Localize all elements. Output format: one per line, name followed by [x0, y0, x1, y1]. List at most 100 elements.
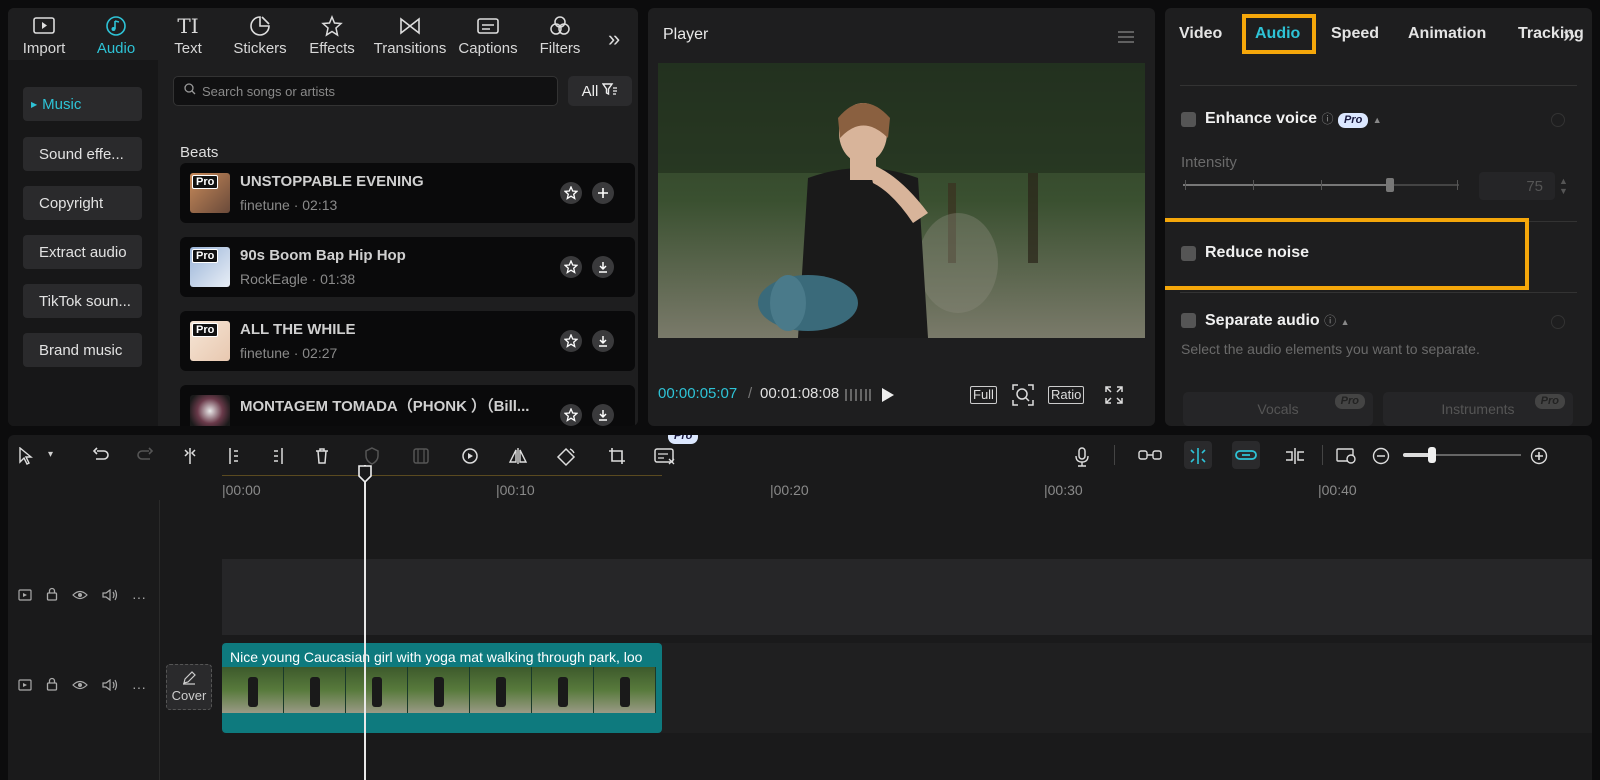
preview-axis-icon[interactable]: [1336, 447, 1358, 470]
search-input[interactable]: [202, 83, 532, 99]
track-controls: ···: [18, 587, 146, 606]
mirror-icon[interactable]: [508, 447, 528, 470]
zoom-out-icon[interactable]: [1372, 447, 1390, 470]
auto-captions-icon[interactable]: [654, 447, 676, 470]
sidebar-item-extract-audio[interactable]: Extract audio: [23, 235, 142, 269]
link-clips-icon[interactable]: [1138, 447, 1162, 468]
fullscreen-icon[interactable]: [1104, 385, 1124, 408]
favorite-star-icon[interactable]: [560, 256, 582, 278]
playhead-line[interactable]: [364, 465, 366, 780]
intensity-slider-knob[interactable]: [1386, 178, 1394, 192]
separate-audio-checkbox[interactable]: [1181, 313, 1196, 328]
zoom-slider-knob[interactable]: [1428, 447, 1436, 463]
crop-icon[interactable]: [608, 447, 626, 470]
player-title: Player: [663, 26, 709, 43]
rotate-icon[interactable]: [556, 447, 576, 472]
lock-icon[interactable]: [46, 587, 58, 606]
favorite-star-icon[interactable]: [560, 330, 582, 352]
vocals-button[interactable]: Vocals Pro: [1183, 392, 1373, 426]
ratio-button[interactable]: Ratio: [1048, 386, 1085, 404]
intensity-value-field[interactable]: 75: [1479, 172, 1555, 200]
list-item[interactable]: Pro 90s Boom Bap Hip Hop RockEagle · 01:…: [180, 237, 635, 297]
eye-icon[interactable]: [72, 588, 88, 606]
category-import[interactable]: Import: [8, 8, 80, 60]
chevron-down-icon[interactable]: ▾: [48, 449, 53, 460]
favorite-star-icon[interactable]: [560, 182, 582, 204]
eye-icon[interactable]: [72, 678, 88, 696]
help-icon[interactable]: ⓘ: [1322, 112, 1334, 126]
category-transitions[interactable]: Transitions: [368, 8, 452, 60]
split-left-icon[interactable]: [226, 447, 242, 470]
select-cursor-icon[interactable]: [18, 446, 34, 470]
speed-icon[interactable]: [460, 447, 480, 470]
zoom-in-icon[interactable]: [1530, 447, 1548, 470]
captions-icon: [476, 14, 500, 38]
list-item[interactable]: Pro ALL THE WHILE finetune · 02:27: [180, 311, 635, 371]
chain-link-icon: [1235, 447, 1257, 468]
delete-icon[interactable]: [314, 447, 330, 470]
reset-icon[interactable]: [1551, 315, 1565, 329]
more-categories-icon[interactable]: »: [608, 26, 620, 52]
zoom-fit-icon[interactable]: [1012, 384, 1034, 409]
tab-video[interactable]: Video: [1179, 25, 1222, 43]
edit-pencil-icon: [182, 671, 196, 688]
hamburger-menu-icon[interactable]: [1117, 30, 1135, 49]
video-preview[interactable]: [658, 63, 1145, 338]
category-text[interactable]: TI Text: [152, 8, 224, 60]
sidebar-item-copyright[interactable]: Copyright: [23, 186, 142, 220]
instruments-button[interactable]: Instruments Pro: [1383, 392, 1573, 426]
favorite-star-icon[interactable]: [560, 404, 582, 426]
ruler-mark: |00:40: [1318, 482, 1357, 498]
more-tabs-icon[interactable]: »: [1563, 22, 1575, 48]
category-audio[interactable]: Audio: [80, 8, 152, 60]
add-track-icon[interactable]: [592, 182, 614, 204]
download-icon[interactable]: [592, 330, 614, 352]
audio-sidebar: ▶ Music Sound effe... Copyright Extract a…: [8, 60, 158, 426]
lock-icon[interactable]: [46, 677, 58, 696]
help-icon[interactable]: ⓘ: [1324, 314, 1336, 328]
category-captions[interactable]: Captions: [452, 8, 524, 60]
sidebar-item-tiktok-sounds[interactable]: TikTok soun...: [23, 284, 142, 318]
more-options-icon[interactable]: ···: [132, 679, 146, 695]
freeze-frame-icon[interactable]: [412, 447, 430, 470]
undo-icon[interactable]: [92, 447, 110, 468]
speaker-icon[interactable]: [102, 588, 118, 606]
category-filters[interactable]: Filters: [524, 8, 596, 60]
speaker-icon[interactable]: [102, 678, 118, 696]
sidebar-item-brand-music[interactable]: Brand music: [23, 333, 142, 367]
video-clip[interactable]: Nice young Caucasian girl with yoga mat …: [222, 643, 662, 733]
timeline-ruler[interactable]: |00:00 |00:10 |00:20 |00:30 |00:40: [222, 475, 1592, 499]
tab-animation[interactable]: Animation: [1408, 25, 1486, 43]
enhance-voice-checkbox[interactable]: [1181, 112, 1196, 127]
intensity-slider-fill: [1183, 184, 1391, 186]
tab-speed[interactable]: Speed: [1331, 25, 1379, 43]
play-icon[interactable]: [880, 386, 896, 407]
reduce-noise-checkbox[interactable]: [1181, 246, 1196, 261]
redo-icon[interactable]: [136, 447, 154, 468]
full-quality-button[interactable]: Full: [970, 386, 997, 404]
sidebar-item-sound-effects[interactable]: Sound effe...: [23, 137, 142, 171]
filter-all-button[interactable]: All: [568, 76, 632, 106]
category-effects[interactable]: Effects: [296, 8, 368, 60]
empty-track-lane[interactable]: [222, 559, 1592, 635]
download-icon[interactable]: [592, 256, 614, 278]
more-options-icon[interactable]: ···: [132, 589, 146, 605]
waveform-grid-icon[interactable]: [844, 386, 872, 407]
timeline-toolbar: ▾ Pro: [8, 435, 1592, 475]
stepper-icon[interactable]: ▲ ▼: [1559, 176, 1568, 196]
cover-button[interactable]: Cover: [166, 664, 212, 710]
split-right-icon[interactable]: [270, 447, 286, 470]
playhead-handle-icon[interactable]: [357, 465, 373, 484]
list-item[interactable]: MONTAGEM TOMADA（PHONK ）（Bill...: [180, 385, 635, 426]
sidebar-item-music[interactable]: ▶ Music: [23, 87, 142, 121]
split-preview-icon[interactable]: [1284, 447, 1306, 470]
collapse-caret-icon[interactable]: ▲: [1373, 115, 1382, 125]
pro-badge: Pro: [668, 435, 699, 444]
reset-icon[interactable]: [1551, 113, 1565, 127]
collapse-caret-icon[interactable]: ▲: [1341, 317, 1350, 327]
microphone-icon[interactable]: [1074, 447, 1090, 472]
download-icon[interactable]: [592, 404, 614, 426]
list-item[interactable]: Pro UNSTOPPABLE EVENING finetune · 02:13: [180, 163, 635, 223]
split-icon[interactable]: [182, 447, 198, 470]
category-stickers[interactable]: Stickers: [224, 8, 296, 60]
